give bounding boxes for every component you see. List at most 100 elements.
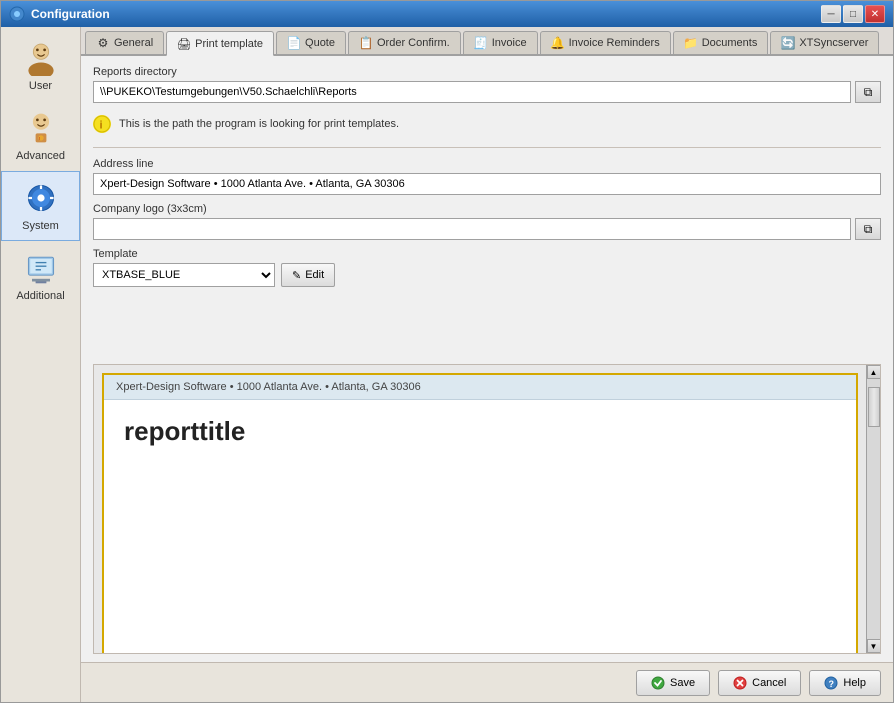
sidebar-additional-label: Additional	[16, 290, 64, 302]
title-bar: Configuration ─ □ ✕	[1, 1, 893, 27]
company-logo-browse-button[interactable]: ⧉	[855, 218, 881, 240]
preview-scroll[interactable]: Xpert-Design Software • 1000 Atlanta Ave…	[94, 365, 866, 653]
reports-directory-copy-button[interactable]: ⧉	[855, 81, 881, 103]
sidebar-item-system[interactable]: System	[1, 171, 80, 241]
title-bar-controls: ─ □ ✕	[821, 5, 885, 23]
template-row: XTBASE_BLUE XTBASE_RED XTBASE_GREEN ✎ Ed…	[93, 263, 881, 287]
help-icon: ?	[824, 676, 838, 690]
edit-label: Edit	[305, 269, 324, 281]
save-icon	[651, 676, 665, 690]
general-tab-icon: ⚙	[96, 36, 110, 50]
tab-quote-label: Quote	[305, 37, 335, 49]
xtsyncserver-tab-icon: 🔄	[781, 36, 795, 50]
info-icon: i	[93, 115, 111, 133]
reports-directory-label: Reports directory	[93, 66, 881, 78]
tab-xtsyncserver-label: XTSyncserver	[799, 37, 868, 49]
info-text: This is the path the program is looking …	[119, 118, 399, 130]
company-logo-label: Company logo (3x3cm)	[93, 203, 881, 215]
window-title: Configuration	[31, 7, 110, 21]
tab-print-template-label: Print template	[195, 38, 263, 50]
tab-quote[interactable]: 📄 Quote	[276, 31, 346, 54]
scrollbar-down-button[interactable]: ▼	[867, 639, 881, 653]
divider-1	[93, 147, 881, 148]
preview-container: Xpert-Design Software • 1000 Atlanta Ave…	[93, 364, 881, 654]
tab-print-template[interactable]: 🖨 Print template	[166, 31, 274, 56]
svg-text:i: i	[100, 120, 103, 132]
tab-documents[interactable]: 📁 Documents	[673, 31, 769, 54]
sidebar: User ! Advanced	[1, 27, 81, 702]
sidebar-user-label: User	[29, 80, 52, 92]
company-logo-row: ⧉	[93, 218, 881, 240]
browse-icon: ⧉	[864, 222, 873, 237]
user-icon	[23, 40, 59, 76]
company-logo-section: Company logo (3x3cm) ⧉	[93, 203, 881, 240]
tab-invoice-reminders-label: Invoice Reminders	[569, 37, 660, 49]
tab-invoice[interactable]: 🧾 Invoice	[463, 31, 538, 54]
template-select[interactable]: XTBASE_BLUE XTBASE_RED XTBASE_GREEN	[94, 264, 274, 286]
template-section: Template XTBASE_BLUE XTBASE_RED XTBASE_G…	[93, 248, 881, 287]
tab-general-label: General	[114, 37, 153, 49]
documents-tab-icon: 📁	[684, 36, 698, 50]
minimize-button[interactable]: ─	[821, 5, 841, 23]
info-row: i This is the path the program is lookin…	[93, 111, 881, 137]
reports-directory-section: Reports directory ⧉	[93, 66, 881, 103]
tab-order-confirm-label: Order Confirm.	[377, 37, 450, 49]
address-line-label: Address line	[93, 158, 881, 170]
form-area: Reports directory ⧉ i	[81, 56, 893, 364]
edit-icon: ✎	[292, 269, 301, 282]
sidebar-item-user[interactable]: User	[1, 31, 80, 101]
sidebar-system-label: System	[22, 220, 59, 232]
template-select-wrapper[interactable]: XTBASE_BLUE XTBASE_RED XTBASE_GREEN	[93, 263, 275, 287]
preview-title: reporttitle	[124, 416, 836, 447]
scrollbar-thumb-area	[867, 379, 880, 639]
tab-documents-label: Documents	[702, 37, 758, 49]
cancel-icon	[733, 676, 747, 690]
scrollbar-thumb[interactable]	[868, 387, 880, 427]
address-line-section: Address line	[93, 158, 881, 195]
order-confirm-tab-icon: 📋	[359, 36, 373, 50]
reports-directory-input[interactable]	[93, 81, 851, 103]
lightbulb-icon: i	[93, 115, 111, 133]
app-icon	[9, 6, 25, 22]
save-button[interactable]: Save	[636, 670, 710, 696]
preview-header-text: Xpert-Design Software • 1000 Atlanta Ave…	[116, 381, 421, 393]
invoice-reminders-tab-icon: 🔔	[551, 36, 565, 50]
edit-template-button[interactable]: ✎ Edit	[281, 263, 335, 287]
quote-tab-icon: 📄	[287, 36, 301, 50]
tab-invoice-reminders[interactable]: 🔔 Invoice Reminders	[540, 31, 671, 54]
preview-content: reporttitle	[104, 400, 856, 463]
sidebar-item-additional[interactable]: Additional	[1, 241, 80, 311]
address-line-input[interactable]	[93, 173, 881, 195]
invoice-tab-icon: 🧾	[474, 36, 488, 50]
scrollbar-up-button[interactable]: ▲	[867, 365, 881, 379]
tab-xtsyncserver[interactable]: 🔄 XTSyncserver	[770, 31, 879, 54]
scrollbar-track: ▲ ▼	[866, 365, 880, 653]
help-button[interactable]: ? Help	[809, 670, 881, 696]
preview-header-bar: Xpert-Design Software • 1000 Atlanta Ave…	[104, 375, 856, 400]
configuration-window: Configuration ─ □ ✕ User	[0, 0, 894, 703]
tab-bar: ⚙ General 🖨 Print template 📄 Quote 📋 Ord…	[81, 27, 893, 56]
company-logo-input[interactable]	[93, 218, 851, 240]
svg-text:?: ?	[829, 679, 835, 689]
tab-invoice-label: Invoice	[492, 37, 527, 49]
system-icon	[23, 180, 59, 216]
main-panel: ⚙ General 🖨 Print template 📄 Quote 📋 Ord…	[81, 27, 893, 702]
print-template-tab-icon: 🖨	[177, 37, 191, 51]
tab-general[interactable]: ⚙ General	[85, 31, 164, 54]
advanced-icon: !	[23, 110, 59, 146]
save-label: Save	[670, 677, 695, 689]
cancel-button[interactable]: Cancel	[718, 670, 801, 696]
template-label: Template	[93, 248, 881, 260]
maximize-button[interactable]: □	[843, 5, 863, 23]
close-button[interactable]: ✕	[865, 5, 885, 23]
content-area: User ! Advanced	[1, 27, 893, 702]
help-label: Help	[843, 677, 866, 689]
preview-page: Xpert-Design Software • 1000 Atlanta Ave…	[102, 373, 858, 653]
additional-icon	[23, 250, 59, 286]
cancel-label: Cancel	[752, 677, 786, 689]
reports-directory-row: ⧉	[93, 81, 881, 103]
tab-order-confirm[interactable]: 📋 Order Confirm.	[348, 31, 461, 54]
copy-icon: ⧉	[864, 85, 873, 100]
sidebar-item-advanced[interactable]: ! Advanced	[1, 101, 80, 171]
sidebar-advanced-label: Advanced	[16, 150, 65, 162]
